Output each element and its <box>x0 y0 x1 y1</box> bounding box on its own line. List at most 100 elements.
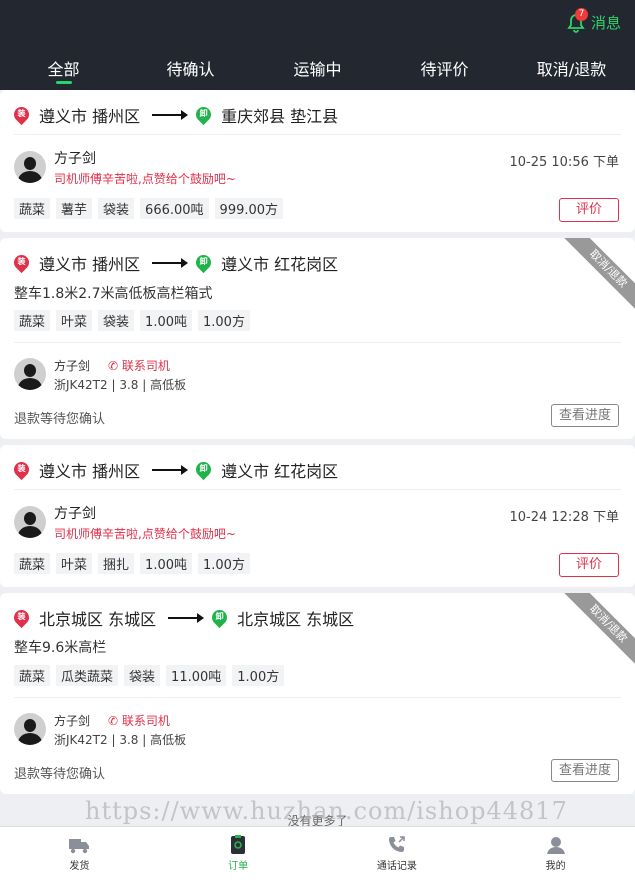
load-pin-icon: 装 <box>10 458 33 480</box>
tag: 瓜类蔬菜 <box>56 665 119 686</box>
tag: 666.00吨 <box>140 198 209 219</box>
driver-name: 方子剑 <box>54 359 91 373</box>
tag: 薯芋 <box>56 198 93 219</box>
avatar <box>14 358 46 390</box>
cargo-tags: 蔬菜 薯芋 袋装 666.00吨 999.00方 <box>14 198 284 219</box>
route-to: 北京城区 东城区 <box>237 610 355 629</box>
truck-icon <box>68 835 90 855</box>
order-card[interactable]: 装 遵义市 播州区 卸 重庆郊县 垫江县 方子剑 司机师傅辛苦啦,点赞给个鼓励吧… <box>0 90 635 232</box>
tag: 999.00方 <box>214 198 284 219</box>
messages-button[interactable]: 7 消息 <box>567 7 621 33</box>
refund-status: 退款等待您确认 <box>14 412 106 427</box>
tag: 1.00方 <box>232 665 285 686</box>
avatar <box>14 151 46 183</box>
nav-label: 发货 <box>69 861 90 872</box>
truck-spec: 整车1.8米2.7米高低板高栏箱式 <box>14 286 213 302</box>
rate-button[interactable]: 评价 <box>559 198 619 222</box>
tag: 1.00方 <box>198 553 250 574</box>
arrow-icon <box>168 613 205 623</box>
route-from: 遵义市 播州区 <box>39 255 141 274</box>
nav-label: 通话记录 <box>376 861 417 872</box>
tag: 蔬菜 <box>14 310 51 331</box>
route: 装 遵义市 播州区 卸 重庆郊县 垫江县 <box>10 103 339 127</box>
arrow-icon <box>152 258 189 268</box>
arrow-icon <box>152 110 189 120</box>
tag: 袋装 <box>124 665 161 686</box>
phone-icon: ✆ <box>108 714 119 728</box>
route-from: 遵义市 播州区 <box>39 107 141 126</box>
tag: 蔬菜 <box>14 665 51 686</box>
call-driver-link[interactable]: ✆ 联系司机 <box>108 712 170 729</box>
truck-plate-info: 浙JK42T2 | 3.8 | 高低板 <box>54 733 187 747</box>
cancel-refund-ribbon: 取消/退款 <box>562 238 635 315</box>
tag: 捆扎 <box>98 553 135 574</box>
driver-name: 方子剑 <box>54 151 96 167</box>
phone-icon: ✆ <box>108 359 119 373</box>
avatar <box>14 713 46 745</box>
order-card[interactable]: 取消/退款 装 遵义市 播州区 卸 遵义市 红花岗区 整车1.8米2.7米高低板… <box>0 238 635 439</box>
tag: 1.00吨 <box>140 553 192 574</box>
divider <box>14 134 621 135</box>
view-progress-button[interactable]: 查看进度 <box>551 759 619 782</box>
refund-status: 退款等待您确认 <box>14 767 106 782</box>
divider <box>14 342 621 343</box>
watermark: https://www.huzhan.com/ishop44817 <box>85 797 568 825</box>
tag: 1.00方 <box>198 310 250 331</box>
message-count-badge: 7 <box>574 7 588 21</box>
tag: 叶菜 <box>56 310 93 331</box>
view-progress-button[interactable]: 查看进度 <box>551 404 619 427</box>
load-pin-icon: 装 <box>10 251 33 273</box>
truck-plate-info: 浙JK42T2 | 3.8 | 高低板 <box>54 378 187 392</box>
tag: 蔬菜 <box>14 198 51 219</box>
load-pin-icon: 装 <box>10 103 33 125</box>
nav-label: 我的 <box>545 861 566 872</box>
divider <box>14 697 621 698</box>
route-to: 遵义市 红花岗区 <box>221 255 339 274</box>
route: 装 遵义市 播州区 卸 遵义市 红花岗区 <box>10 458 339 482</box>
tab-cancel-refund[interactable]: 取消/退款 <box>508 56 635 86</box>
cancel-refund-ribbon: 取消/退款 <box>562 593 635 670</box>
order-icon <box>227 835 249 855</box>
truck-spec: 整车9.6米高栏 <box>14 640 107 656</box>
call-driver-link[interactable]: ✆ 联系司机 <box>108 357 170 374</box>
order-card[interactable]: 装 遵义市 播州区 卸 遵义市 红花岗区 方子剑 司机师傅辛苦啦,点赞给个鼓励吧… <box>0 445 635 587</box>
route-to: 重庆郊县 垫江县 <box>221 107 339 126</box>
phone-icon <box>386 835 408 855</box>
tab-in-transit[interactable]: 运输中 <box>254 56 381 86</box>
praise-text: 司机师傅辛苦啦,点赞给个鼓励吧~ <box>54 172 236 186</box>
rate-button[interactable]: 评价 <box>559 553 619 577</box>
route-to: 遵义市 红花岗区 <box>221 462 339 481</box>
order-time: 10-25 10:56 下单 <box>509 155 619 170</box>
tag: 袋装 <box>98 198 135 219</box>
tab-pending-review[interactable]: 待评价 <box>381 56 508 86</box>
driver-name: 方子剑 <box>54 506 96 522</box>
order-card[interactable]: 取消/退款 装 北京城区 东城区 卸 北京城区 东城区 整车9.6米高栏 蔬菜 … <box>0 593 635 794</box>
messages-label: 消息 <box>590 14 621 32</box>
nav-label: 订单 <box>228 861 249 872</box>
nav-ship[interactable]: 发货 <box>0 827 159 882</box>
cargo-tags: 蔬菜 瓜类蔬菜 袋装 11.00吨 1.00方 <box>14 665 285 686</box>
cargo-tags: 蔬菜 叶菜 袋装 1.00吨 1.00方 <box>14 310 250 331</box>
unload-pin-icon: 卸 <box>208 606 231 628</box>
nav-call-log[interactable]: 通话记录 <box>318 827 477 882</box>
tab-pending-confirm[interactable]: 待确认 <box>127 56 254 86</box>
top-header: 7 消息 全部 待确认 运输中 待评价 取消/退款 <box>0 0 635 90</box>
order-time: 10-24 12:28 下单 <box>509 510 619 525</box>
unload-pin-icon: 卸 <box>192 103 215 125</box>
nav-orders[interactable]: 订单 <box>159 827 318 882</box>
arrow-icon <box>152 465 189 475</box>
route-from: 遵义市 播州区 <box>39 462 141 481</box>
cargo-tags: 蔬菜 叶菜 捆扎 1.00吨 1.00方 <box>14 553 250 574</box>
order-tabs: 全部 待确认 运输中 待评价 取消/退款 <box>0 56 635 86</box>
route: 装 遵义市 播州区 卸 遵义市 红花岗区 <box>10 251 339 275</box>
unload-pin-icon: 卸 <box>192 251 215 273</box>
load-pin-icon: 装 <box>10 606 33 628</box>
nav-profile[interactable]: 我的 <box>476 827 635 882</box>
route-from: 北京城区 东城区 <box>39 610 157 629</box>
praise-text: 司机师傅辛苦啦,点赞给个鼓励吧~ <box>54 527 236 541</box>
tab-all[interactable]: 全部 <box>0 56 127 86</box>
tag: 11.00吨 <box>166 665 227 686</box>
divider <box>14 489 621 490</box>
bell-icon: 7 <box>567 7 588 33</box>
unload-pin-icon: 卸 <box>192 458 215 480</box>
